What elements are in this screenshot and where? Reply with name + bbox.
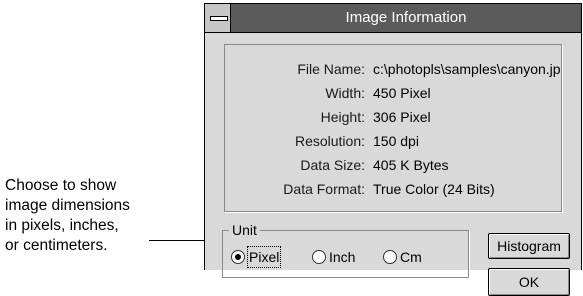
radio-cm-indicator[interactable] xyxy=(383,250,397,264)
radio-inch-indicator[interactable] xyxy=(312,250,326,264)
data-format-label: Data Format: xyxy=(283,181,365,197)
info-row-resolution: Resolution: 150 dpi xyxy=(225,131,561,151)
radio-selected-dot xyxy=(235,254,241,260)
callout-line-1: Choose to show xyxy=(5,177,117,194)
info-row-file-name: File Name: c:\photopls\samples\canyon.jp xyxy=(225,59,561,79)
height-label: Height: xyxy=(320,109,365,125)
radio-pixel-label[interactable]: Pixel xyxy=(246,246,282,268)
dialog-title: Image Information xyxy=(345,9,467,26)
data-size-label: Data Size: xyxy=(300,157,365,173)
width-label: Width: xyxy=(325,85,365,101)
unit-legend: Unit xyxy=(229,221,260,239)
resolution-label: Resolution: xyxy=(294,133,365,149)
histogram-button[interactable]: Histogram xyxy=(488,233,570,259)
system-menu-icon xyxy=(210,16,228,21)
image-information-dialog: Image Information File Name: c:\photopls… xyxy=(204,3,582,296)
callout-line-3: in pixels, inches, xyxy=(5,217,119,234)
ok-button[interactable]: OK xyxy=(488,268,570,296)
info-row-height: Height: 306 Pixel xyxy=(225,107,561,127)
radio-pixel-indicator[interactable] xyxy=(231,250,245,264)
info-panel: File Name: c:\photopls\samples\canyon.jp… xyxy=(224,44,562,212)
title-bar: Image Information xyxy=(205,4,581,33)
width-value: 450 Pixel xyxy=(373,85,431,101)
callout-line-4: or centimeters. xyxy=(5,237,108,254)
info-row-data-format: Data Format: True Color (24 Bits) xyxy=(225,179,561,199)
file-name-label: File Name: xyxy=(297,61,365,77)
height-value: 306 Pixel xyxy=(373,109,431,125)
resolution-value: 150 dpi xyxy=(373,133,419,149)
data-format-value: True Color (24 Bits) xyxy=(373,181,495,197)
radio-inch-label[interactable]: Inch xyxy=(329,247,355,267)
callout-line-2: image dimensions xyxy=(5,197,130,214)
unit-groupbox: Unit Pixel Inch Cm xyxy=(222,221,469,278)
callout-annotation: Choose to show image dimensions in pixel… xyxy=(5,176,165,256)
info-row-data-size: Data Size: 405 K Bytes xyxy=(225,155,561,175)
system-menu-button[interactable] xyxy=(205,4,231,32)
radio-cm-label[interactable]: Cm xyxy=(400,247,422,267)
info-row-width: Width: 450 Pixel xyxy=(225,83,561,103)
file-name-value: c:\photopls\samples\canyon.jp xyxy=(373,61,561,77)
data-size-value: 405 K Bytes xyxy=(373,157,449,173)
callout-leader-line xyxy=(149,240,208,241)
